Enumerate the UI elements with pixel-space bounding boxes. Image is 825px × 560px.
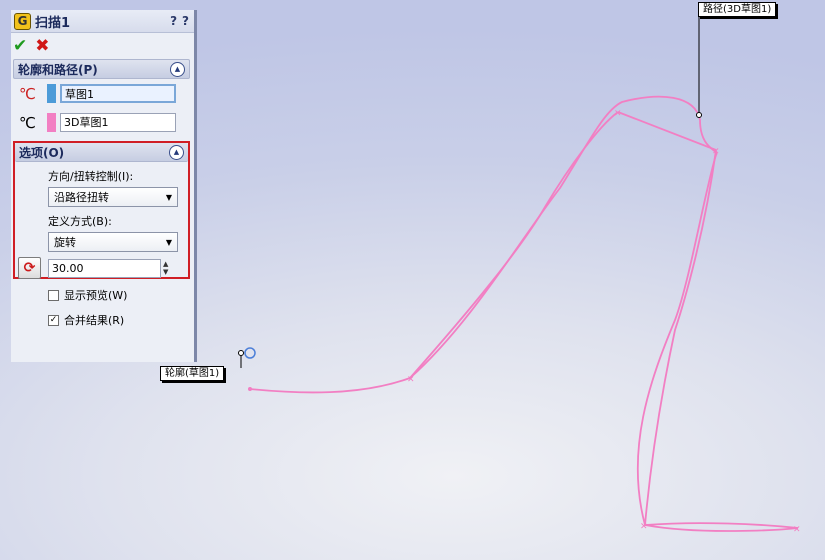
rotate-icon: ⟳: [23, 260, 36, 276]
path-selection-row: ℃ 3D草图1: [13, 108, 190, 137]
close-icon[interactable]: ✖: [35, 36, 49, 56]
path-curve-inner[interactable]: [409, 111, 619, 379]
merge-result-checkbox[interactable]: ✓: [48, 314, 59, 326]
show-preview-row[interactable]: 显示预览(W): [48, 287, 194, 303]
reverse-direction-button[interactable]: ⟳: [18, 257, 41, 279]
profile-icon: ℃: [19, 84, 36, 103]
vertex-marker: ✕: [407, 375, 415, 385]
path-icon: ℃: [19, 113, 36, 132]
define-label: 定义方式(B):: [48, 215, 112, 228]
path-callout[interactable]: 路径(3D草图1): [698, 2, 777, 17]
chevron-up-icon[interactable]: ▲: [170, 61, 185, 77]
define-select[interactable]: 旋转 ▼: [48, 232, 178, 252]
profile-path-group: 轮廓和路径(P) ▲ ℃ 草图1 ℃ 3D草图1: [13, 59, 190, 137]
orientation-label: 方向/扭转控制(I):: [48, 170, 134, 183]
chevron-down-icon: ▼: [165, 237, 172, 247]
vertex-marker: ✕: [793, 525, 801, 535]
check-icon[interactable]: ✔: [13, 36, 27, 56]
path-segment-right[interactable]: [644, 149, 717, 526]
profile-path-header[interactable]: 轮廓和路径(P) ▲: [13, 59, 190, 79]
show-preview-checkbox[interactable]: [48, 289, 59, 301]
vertex-marker: ✕: [712, 147, 720, 157]
path-selection-box[interactable]: 3D草图1: [60, 113, 176, 132]
path-color-swatch: [47, 113, 56, 132]
options-header[interactable]: 选项(O) ▲: [15, 143, 188, 162]
profile-selection-box[interactable]: 草图1: [60, 84, 176, 103]
panel-title-bar: G 扫描1 ? ?: [11, 10, 194, 33]
chevron-down-icon: ▼: [165, 192, 172, 202]
profile-point: [248, 387, 252, 391]
angle-row: ⟳ 30.00 ▲ ▼: [18, 257, 188, 279]
help-icon[interactable]: ?: [182, 14, 189, 28]
sweep-path-curves: [249, 95, 799, 532]
merge-result-row[interactable]: ✓ 合并结果(R): [48, 312, 194, 328]
profile-leader-dot: [238, 350, 244, 356]
panel-title: 扫描1: [35, 15, 71, 31]
sweep-icon: G: [14, 12, 31, 30]
path-curve-main[interactable]: [249, 95, 799, 532]
profile-color-swatch: [47, 84, 56, 103]
path-leader-dot: [696, 112, 702, 118]
path-segment-bottom[interactable]: [644, 522, 799, 529]
vertex-marker: ✕: [614, 109, 622, 119]
profile-callout[interactable]: 轮廓(草图1): [160, 366, 225, 381]
profile-origin-icon: [244, 347, 256, 359]
help-icon[interactable]: ?: [170, 14, 177, 28]
angle-spinner[interactable]: ▲ ▼: [163, 260, 168, 276]
property-manager: G 扫描1 ? ? ✔ ✖ 轮廓和路径(P) ▲ ℃ 草图1 ℃ 3D草图1 选…: [11, 10, 197, 362]
ok-cancel-row: ✔ ✖: [11, 33, 194, 59]
chevron-up-icon[interactable]: ▲: [169, 144, 184, 160]
orientation-select[interactable]: 沿路径扭转 ▼: [48, 187, 178, 207]
vertex-marker: ✕: [640, 522, 648, 532]
angle-input[interactable]: 30.00: [48, 258, 161, 278]
profile-selection-row: ℃ 草图1: [13, 79, 190, 108]
options-group: 选项(O) ▲ 方向/扭转控制(I): 沿路径扭转 ▼ 定义方式(B): 旋转 …: [13, 141, 190, 279]
